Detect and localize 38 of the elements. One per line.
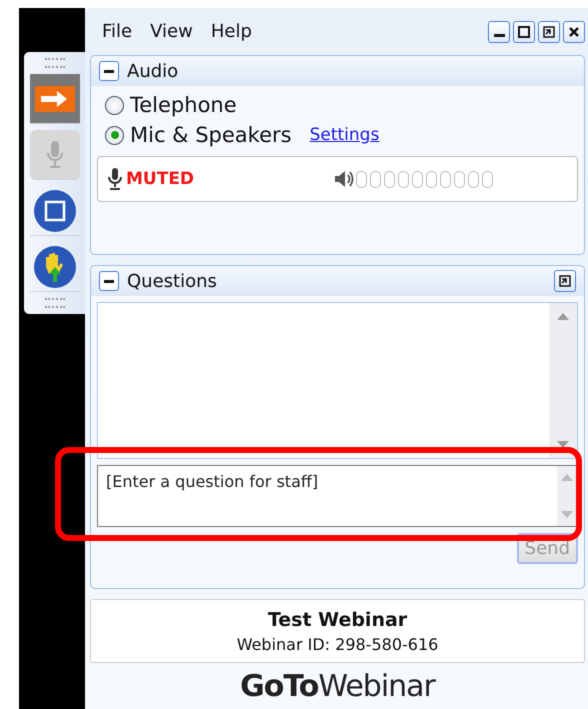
minimize-icon [494, 34, 504, 37]
radio-button[interactable] [105, 96, 124, 114]
webinar-id: Webinar ID: 298-580-616 [236, 634, 438, 654]
radio-button[interactable] [105, 126, 124, 144]
restore-icon [541, 24, 557, 40]
close-button[interactable] [563, 20, 585, 42]
pop-out-button[interactable] [554, 270, 576, 292]
microphone-icon [46, 140, 62, 168]
collapse-button[interactable] [99, 271, 119, 291]
menu-item[interactable]: File [102, 21, 132, 42]
panel-title: Audio [127, 60, 178, 82]
scrollbar[interactable] [549, 303, 577, 458]
arrow-button[interactable] [30, 74, 80, 124]
panel-title: Questions [127, 270, 217, 292]
maximize-icon [516, 24, 532, 40]
microphone-icon [108, 168, 122, 190]
minimize-button[interactable] [488, 20, 510, 42]
collapse-icon [104, 280, 114, 282]
speaker-icon [334, 170, 354, 188]
menu-item[interactable]: Help [210, 21, 252, 42]
collapse-icon [104, 70, 114, 72]
radio-label[interactable]: Mic & Speakers [130, 123, 292, 147]
logo: GoToWebinar [240, 668, 435, 704]
maximize-button[interactable] [513, 20, 535, 42]
grip-icon[interactable] [44, 298, 64, 308]
restore-button[interactable] [538, 20, 560, 42]
menu-item[interactable]: View [150, 21, 193, 42]
grip-icon[interactable] [44, 58, 64, 68]
radio-label[interactable]: Telephone [130, 93, 237, 117]
settings-link[interactable]: Settings [310, 125, 380, 145]
scroll-down-icon[interactable] [557, 441, 569, 448]
screen-icon [32, 188, 76, 232]
collapse-button[interactable] [99, 61, 119, 81]
webinar-title: Test Webinar [268, 608, 408, 630]
question-input[interactable]: [Enter a question for staff] [97, 465, 578, 527]
mic-status: MUTED [126, 169, 194, 189]
raise-hand-icon [32, 244, 76, 288]
pop-out-icon [557, 273, 573, 289]
